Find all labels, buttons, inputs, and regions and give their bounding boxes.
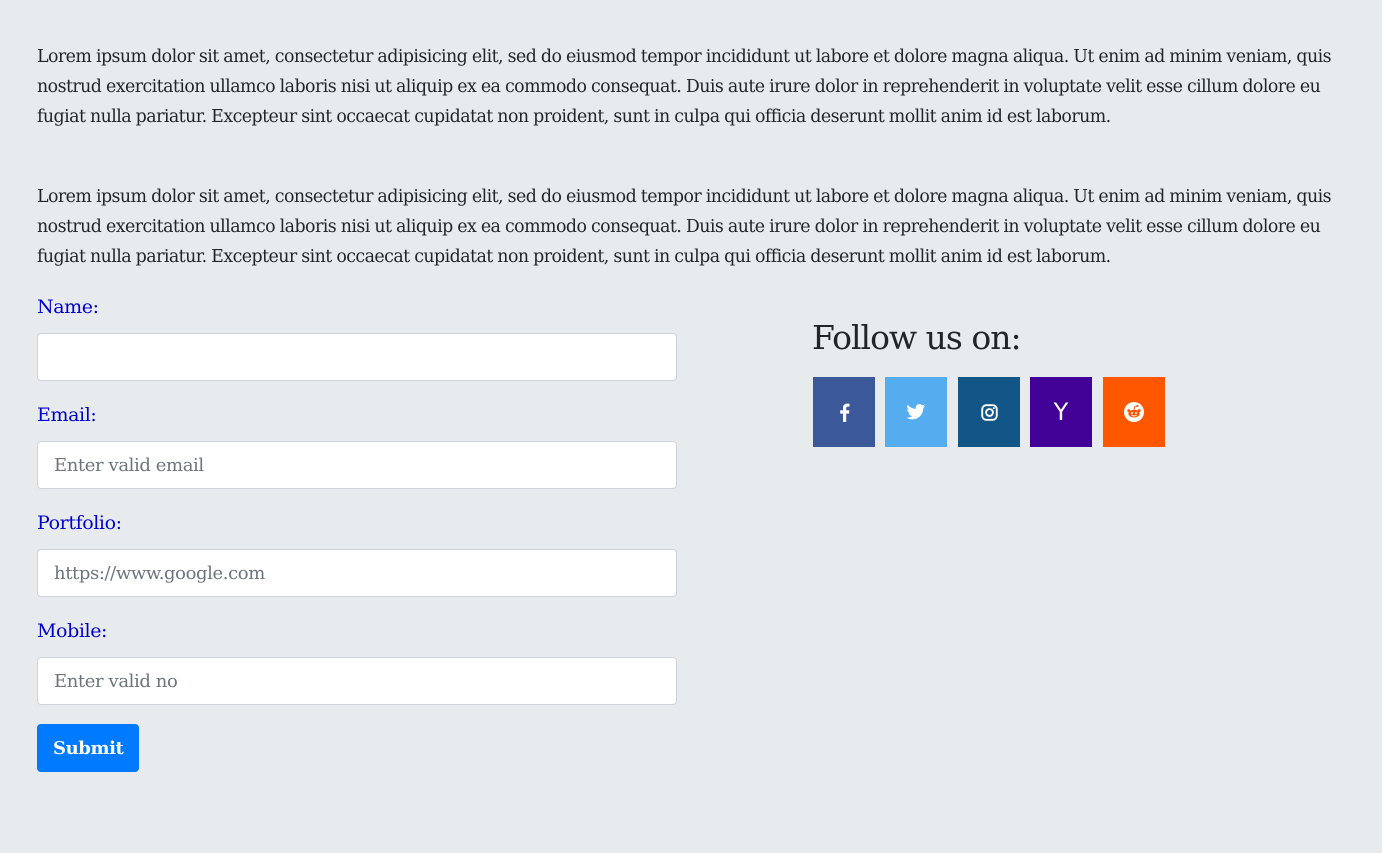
- follow-us-heading: Follow us on:: [812, 318, 1022, 357]
- email-input[interactable]: [37, 441, 677, 489]
- facebook-button[interactable]: [813, 377, 875, 447]
- reddit-button[interactable]: [1103, 377, 1165, 447]
- yahoo-button[interactable]: Y: [1030, 377, 1092, 447]
- name-label: Name:: [37, 296, 99, 318]
- intro-paragraph-1: Lorem ipsum dolor sit amet, consectetur …: [37, 47, 1332, 127]
- follow-us-section: Follow us on:: [812, 314, 1022, 362]
- instagram-icon: [980, 403, 998, 421]
- email-label: Email:: [37, 404, 97, 426]
- twitter-icon: [906, 404, 926, 420]
- portfolio-input[interactable]: [37, 549, 677, 597]
- name-input[interactable]: [37, 333, 677, 381]
- mobile-input[interactable]: [37, 657, 677, 705]
- contact-form: Name: Email: Portfolio: Mobile: Submit: [37, 292, 677, 772]
- facebook-icon: [839, 403, 850, 422]
- submit-button[interactable]: Submit: [37, 724, 140, 772]
- reddit-icon: [1124, 402, 1144, 422]
- twitter-button[interactable]: [885, 377, 947, 447]
- social-buttons: Y: [813, 377, 1173, 447]
- intro-paragraph-2: Lorem ipsum dolor sit amet, consectetur …: [37, 187, 1332, 267]
- portfolio-label: Portfolio:: [37, 512, 122, 534]
- instagram-button[interactable]: [958, 377, 1020, 447]
- yahoo-icon: Y: [1053, 398, 1069, 426]
- mobile-label: Mobile:: [37, 620, 108, 642]
